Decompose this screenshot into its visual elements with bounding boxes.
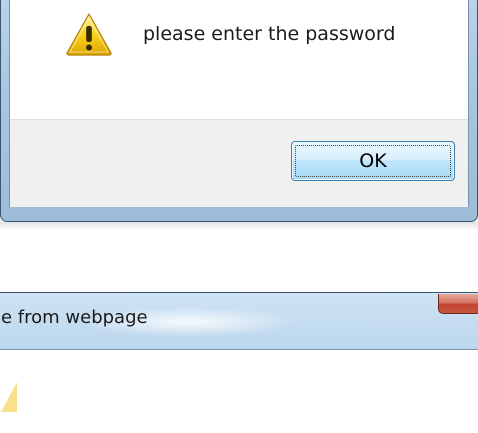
alert-dialog-client: please enter the password OK [9,0,469,207]
title-bar[interactable]: e from webpage [0,293,478,349]
alert-message: please enter the password [143,23,396,45]
alert-message-area: please enter the password [10,0,468,119]
alert-button-bar: OK [10,119,468,207]
warning-icon [66,13,112,56]
dialog-title: e from webpage [1,307,148,328]
warning-icon [1,382,17,412]
dialog-shadow [0,222,478,230]
webpage-dialog-client [0,349,478,433]
alert-dialog: please enter the password OK [0,0,478,222]
webpage-dialog: e from webpage [0,292,478,433]
ok-button-label: OK [359,150,387,172]
close-button[interactable] [438,294,478,314]
ok-button[interactable]: OK [291,141,455,181]
